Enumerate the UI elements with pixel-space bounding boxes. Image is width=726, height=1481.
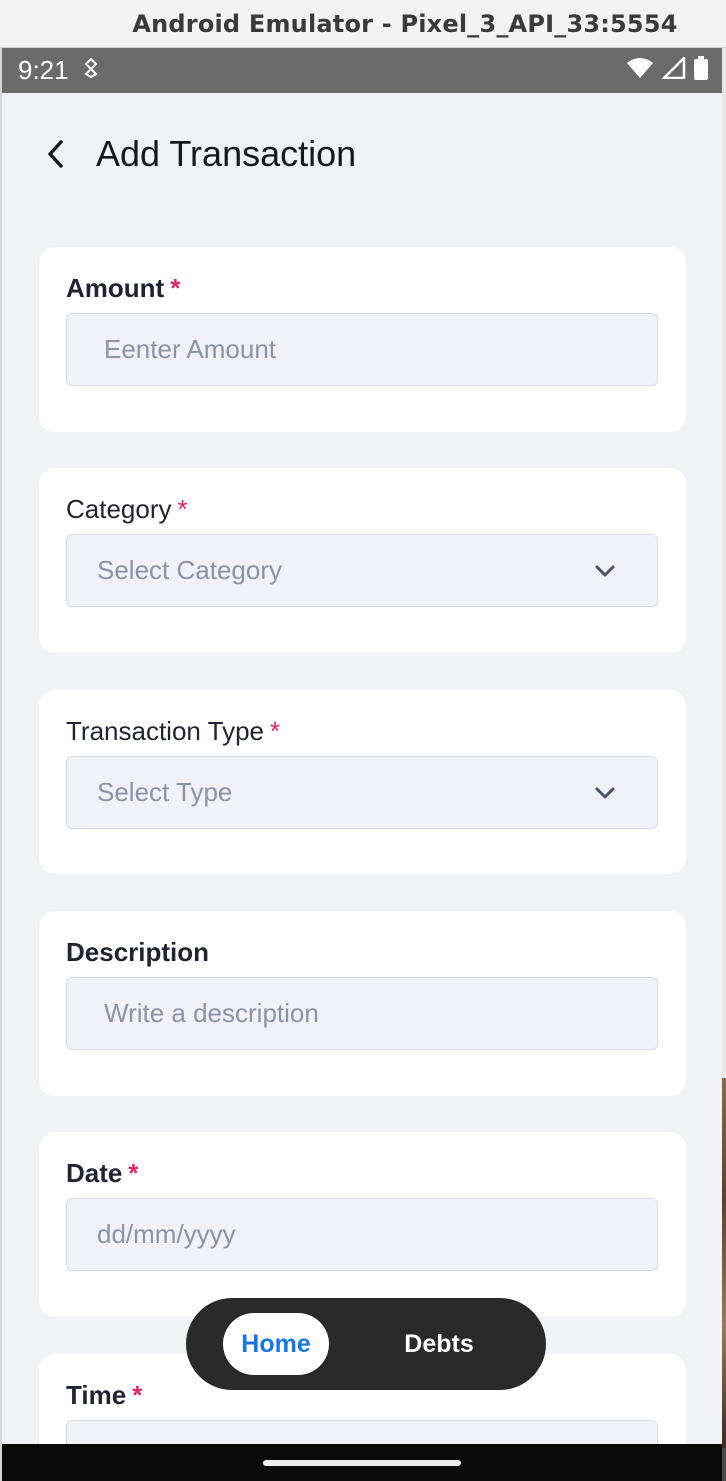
nav-home-button[interactable]: Home: [223, 1313, 329, 1375]
chevron-down-icon: [593, 781, 617, 805]
transaction-type-placeholder: Select Type: [97, 777, 233, 807]
nav-debts-button[interactable]: Debts: [386, 1313, 492, 1375]
chevron-left-icon: [48, 140, 63, 168]
description-placeholder: Write a description: [104, 998, 319, 1028]
status-bar: 9:21: [2, 48, 722, 93]
category-card: Category * Select Category: [39, 468, 686, 653]
status-icons: [626, 54, 708, 85]
gesture-handle[interactable]: [263, 1460, 461, 1466]
cell-signal-icon: [660, 54, 686, 84]
system-navigation-bar: [2, 1444, 722, 1481]
required-marker: *: [170, 273, 181, 303]
transaction-type-select[interactable]: Select Type: [66, 756, 658, 829]
battery-icon: [694, 56, 708, 85]
amount-card: Amount * Eenter Amount: [39, 247, 686, 432]
app-header: Add Transaction: [2, 93, 722, 215]
category-select[interactable]: Select Category: [66, 534, 658, 607]
amount-input[interactable]: Eenter Amount: [66, 313, 658, 386]
required-marker: *: [132, 1380, 143, 1410]
date-input[interactable]: dd/mm/yyyy: [66, 1198, 658, 1271]
category-placeholder: Select Category: [97, 555, 282, 585]
status-time: 9:21: [18, 55, 69, 85]
date-label: Date *: [66, 1158, 139, 1188]
required-marker: *: [128, 1158, 139, 1188]
amount-label: Amount *: [66, 273, 181, 303]
required-marker: *: [177, 494, 188, 524]
emulator-title-bar: Android Emulator - Pixel_3_API_33:5554: [0, 0, 726, 48]
description-card: Description Write a description: [39, 911, 686, 1096]
desktop-background: [722, 48, 726, 1448]
data-saver-icon: [83, 57, 99, 84]
category-label: Category *: [66, 494, 188, 524]
description-input[interactable]: Write a description: [66, 977, 658, 1050]
back-button[interactable]: [26, 124, 86, 184]
chevron-down-icon: [593, 559, 617, 583]
page-title: Add Transaction: [96, 133, 357, 174]
emulator-title: Android Emulator - Pixel_3_API_33:5554: [132, 9, 678, 38]
description-label: Description: [66, 937, 210, 967]
date-placeholder: dd/mm/yyyy: [97, 1219, 236, 1249]
date-card: Date * dd/mm/yyyy: [39, 1132, 686, 1317]
phone-screen: 9:21 Add Transaction Amount * Eenter Amou…: [0, 48, 722, 1481]
transaction-type-label: Transaction Type *: [66, 716, 281, 746]
transaction-type-card: Transaction Type * Select Type: [39, 690, 686, 874]
amount-placeholder: Eenter Amount: [104, 334, 276, 364]
wifi-icon: [626, 57, 654, 84]
bottom-nav: Home Debts: [186, 1298, 546, 1390]
required-marker: *: [270, 716, 281, 746]
